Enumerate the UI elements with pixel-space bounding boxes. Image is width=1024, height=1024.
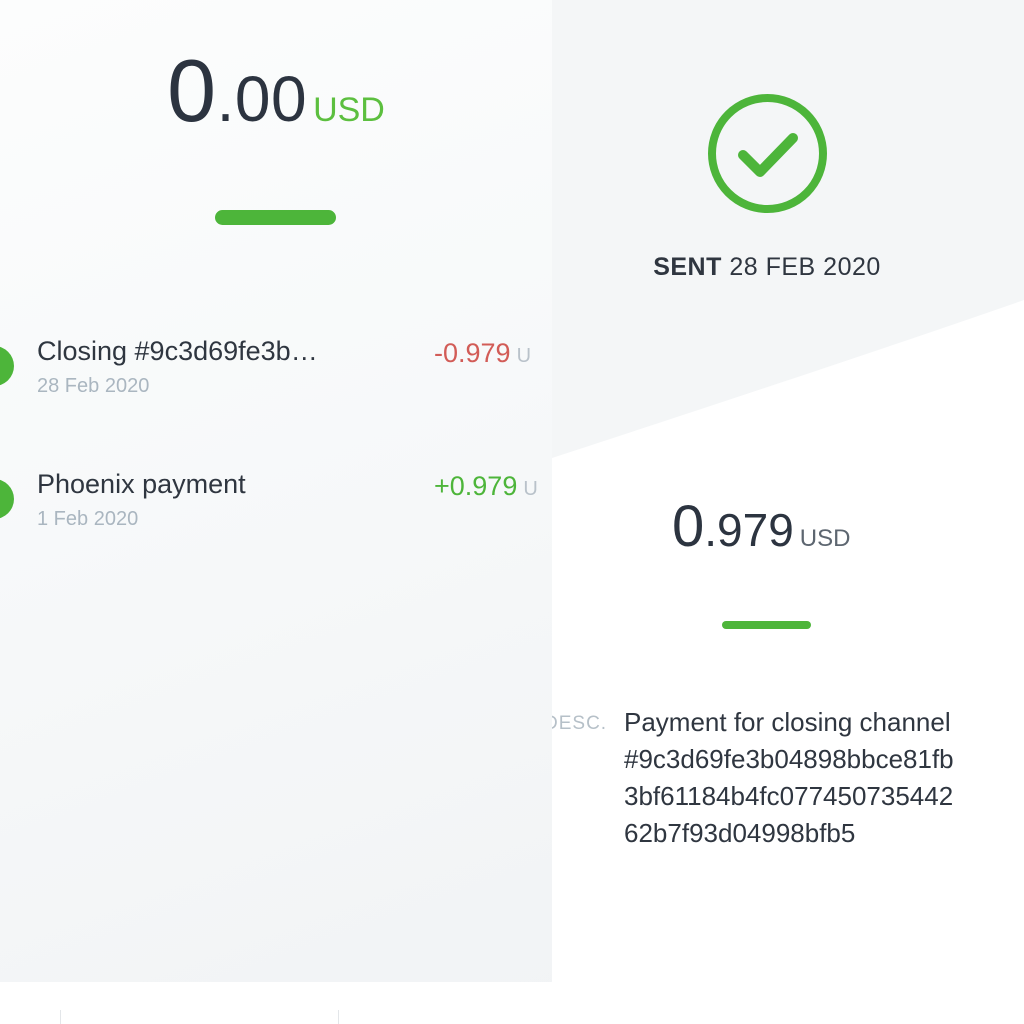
balance-unit: USD	[313, 91, 385, 129]
transaction-amount-unit: U	[516, 345, 532, 367]
description-text: Payment for closing channel #9c3d69fe3b0…	[624, 704, 1024, 852]
description-line: 62b7f93d04998bfb5	[624, 818, 856, 848]
description-label: DESC.	[552, 713, 608, 734]
payment-amount-unit: USD	[799, 525, 851, 552]
transaction-title: Closing #9c3d69fe3b…	[37, 336, 318, 366]
payment-amount-decimal: .979	[704, 504, 794, 556]
transaction-amount: +0.979 U	[434, 471, 552, 502]
transaction-title: Phoenix payment	[37, 469, 246, 499]
bottom-nav-strip	[0, 982, 552, 1024]
description-line: #9c3d69fe3b04898bbce81fb	[624, 744, 954, 774]
transaction-status-dot	[0, 479, 14, 519]
status-date: 28 FEB 2020	[729, 253, 881, 281]
status-label: SENT	[653, 253, 722, 281]
transaction-date: 1 Feb 2020	[37, 508, 139, 530]
transaction-amount: -0.979 U	[434, 338, 552, 369]
payment-amount-integer: 0	[672, 494, 705, 559]
transaction-amount-value: +0.979	[434, 471, 518, 501]
balance-underline	[215, 210, 336, 225]
wallet-home-panel: 0.00 USD Closing #9c3d69fe3b… 28 Feb 2020…	[0, 0, 552, 1024]
transaction-row[interactable]: Closing #9c3d69fe3b… 28 Feb 2020 -0.979 U	[0, 330, 552, 410]
transaction-amount-unit: U	[523, 478, 538, 500]
balance-decimal: .00	[216, 63, 308, 135]
payment-amount: 0.979 USD	[672, 493, 850, 560]
amount-underline	[722, 621, 811, 629]
nav-divider	[60, 1010, 61, 1024]
balance-integer: 0	[167, 41, 217, 140]
header-background	[552, 0, 1024, 458]
payment-detail-panel: SENT 28 FEB 2020 0.979USD DESC. Payment …	[552, 0, 1024, 1024]
transaction-amount-value: -0.979	[434, 338, 511, 368]
check-circle-icon	[708, 94, 827, 213]
description-line: 3bf61184b4fc077450735442	[624, 781, 954, 811]
balance-display: 0.00 USD	[0, 40, 552, 142]
nav-divider	[338, 1010, 339, 1024]
transaction-date: 28 Feb 2020	[37, 375, 150, 397]
description-line: Payment for closing channel	[624, 707, 951, 737]
transaction-status-dot	[0, 346, 14, 386]
transaction-row[interactable]: Phoenix payment 1 Feb 2020 +0.979 U	[0, 463, 552, 543]
payment-status: SENT 28 FEB 2020	[552, 253, 982, 282]
